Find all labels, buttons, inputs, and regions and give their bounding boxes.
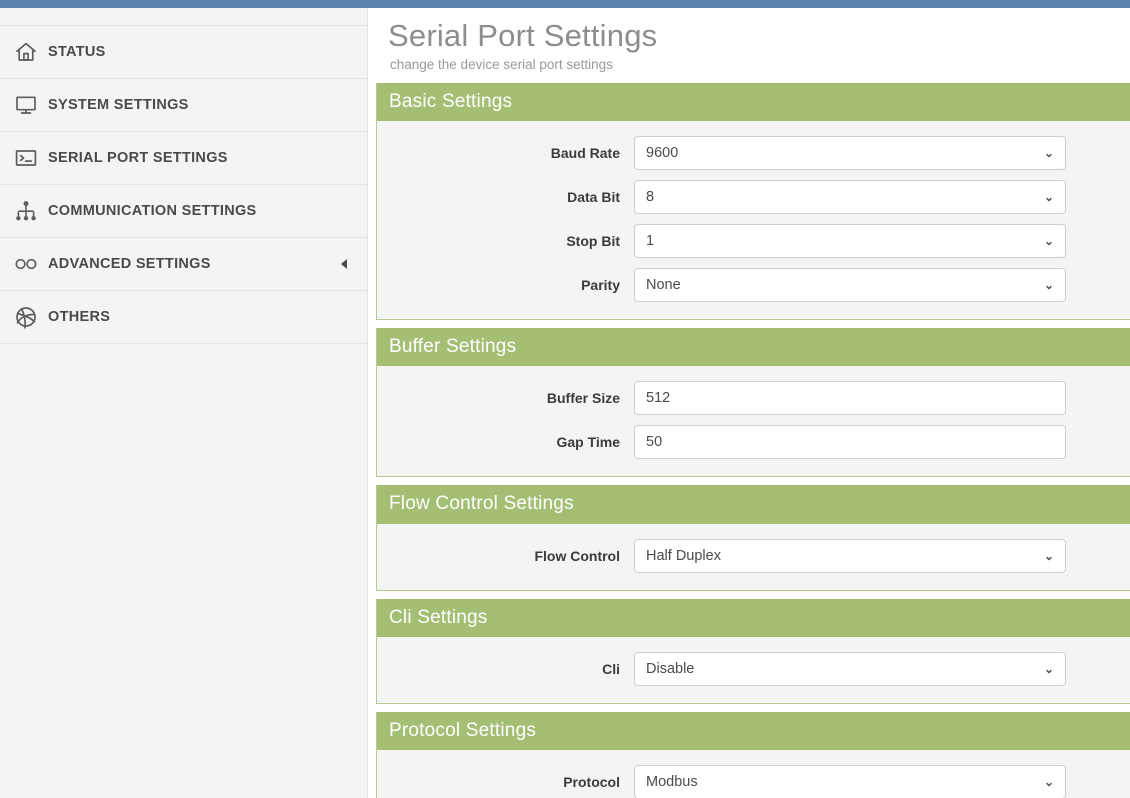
panel-body: Buffer Size 512 Gap Time 50 [377,366,1130,477]
select-flow-control[interactable]: Half Duplex ⌄ [634,538,1066,573]
panel-title: Protocol Settings [377,712,1130,751]
field-label-cli: Cli [602,661,620,678]
sidebar-item-status[interactable]: STATUS [0,26,367,79]
form-row: Protocol Modbus ⌄ [377,760,1130,798]
monitor-icon [14,92,48,118]
sidebar-item-communication-settings[interactable]: COMMUNICATION SETTINGS [0,185,367,238]
panel-title: Cli Settings [377,598,1130,638]
field-label-buffer-size: Buffer Size [546,390,620,407]
panel-cli-settings: Cli Settings Cli Disable ⌄ [376,598,1130,705]
chevron-down-icon[interactable]: ⌄ [1044,191,1054,203]
sidebar-item-serial-port-settings[interactable]: SERIAL PORT SETTINGS [0,132,367,185]
select-parity[interactable]: None ⌄ [634,268,1066,303]
sidebar-empty-area [0,344,367,798]
sidebar-item-advanced-settings[interactable]: ADVANCED SETTINGS [0,238,367,291]
field-wrapper: 512 [634,381,1130,416]
field-value: 50 [646,434,663,451]
field-label-stop-bit: Stop Bit [566,233,620,250]
field-label-parity: Parity [581,277,620,294]
form-row: Stop Bit 1 ⌄ [377,219,1130,263]
select-data-bit[interactable]: 8 ⌄ [634,180,1066,215]
chevron-down-icon[interactable]: ⌄ [1044,147,1054,159]
terminal-icon [14,145,48,171]
panel-body: Baud Rate 9600 ⌄ Data Bit 8 ⌄ Stop Bit 1 ⌄ Parity… [377,121,1130,320]
sidebar-navigation: STATUS SYSTEM SETTINGS SERIAL PORT SETTING… [0,8,368,798]
page-header: Serial Port Settings change the device s… [369,8,1130,83]
field-value: Modbus [646,774,698,791]
sidebar-item-list: STATUS SYSTEM SETTINGS SERIAL PORT SETTING… [0,26,367,344]
field-label-protocol: Protocol [563,774,620,791]
field-wrapper: Disable ⌄ [634,652,1130,687]
chevron-down-icon[interactable]: ⌄ [1044,279,1054,291]
select-cli[interactable]: Disable ⌄ [634,652,1066,687]
form-row: Parity None ⌄ [377,263,1130,307]
sidebar-item-label: COMMUNICATION SETTINGS [48,203,257,219]
sidebar-item-label: SERIAL PORT SETTINGS [48,150,228,166]
field-wrapper: 1 ⌄ [634,224,1130,259]
panel-body: Flow Control Half Duplex ⌄ [377,523,1130,590]
top-accent-bar [0,0,1130,8]
field-value: None [646,277,681,294]
field-label-data-bit: Data Bit [567,189,620,206]
select-protocol[interactable]: Modbus ⌄ [634,765,1066,798]
infinity-icon [14,251,48,277]
field-wrapper: Modbus ⌄ [634,765,1130,798]
panel-body: Cli Disable ⌄ [377,637,1130,704]
field-wrapper: None ⌄ [634,268,1130,303]
field-value: 9600 [646,145,679,162]
input-gap-time[interactable]: 50 [634,425,1066,460]
main-content: Serial Port Settings change the device s… [369,8,1130,798]
form-row: Baud Rate 9600 ⌄ [377,131,1130,175]
form-row: Cli Disable ⌄ [377,647,1130,691]
sidebar-top-spacer [0,8,367,26]
field-wrapper: Half Duplex ⌄ [634,538,1130,573]
panel-body: Protocol Modbus ⌄ [377,750,1130,798]
panel-basic-settings: Basic Settings Baud Rate 9600 ⌄ Data Bit 8 ⌄ St… [376,82,1130,321]
panel-title: Buffer Settings [377,328,1130,367]
field-value: 8 [646,189,655,206]
field-label-flow-control: Flow Control [534,547,620,564]
form-row: Data Bit 8 ⌄ [377,175,1130,219]
sitemap-icon [14,198,48,224]
field-label-baud-rate: Baud Rate [550,145,620,162]
panel-protocol-settings: Protocol Settings Protocol Modbus ⌄ [376,712,1130,798]
input-buffer-size[interactable]: 512 [634,381,1066,416]
field-wrapper: 9600 ⌄ [634,136,1130,171]
chevron-down-icon[interactable]: ⌄ [1044,550,1054,562]
form-row: Flow Control Half Duplex ⌄ [377,534,1130,578]
panel-flow-control-settings: Flow Control Settings Flow Control Half Du… [376,485,1130,591]
sidebar-item-label: OTHERS [48,309,111,325]
chevron-down-icon[interactable]: ⌄ [1044,663,1054,675]
form-row: Gap Time 50 [377,420,1130,464]
field-value: Half Duplex [646,547,721,564]
panel-title: Basic Settings [377,82,1130,122]
chevron-left-icon[interactable] [341,259,347,269]
select-baud-rate[interactable]: 9600 ⌄ [634,136,1066,171]
panel-title: Flow Control Settings [377,485,1130,524]
sidebar-item-others[interactable]: OTHERS [0,291,367,344]
sidebar-item-label: STATUS [48,44,106,60]
app-root: STATUS SYSTEM SETTINGS SERIAL PORT SETTING… [0,0,1130,798]
page-title: Serial Port Settings [388,18,658,53]
field-value: 512 [646,390,671,407]
field-label-gap-time: Gap Time [556,434,620,451]
form-row: Buffer Size 512 [377,376,1130,420]
field-value: 1 [646,233,655,250]
chevron-down-icon[interactable]: ⌄ [1044,235,1054,247]
chevron-down-icon[interactable]: ⌄ [1044,776,1054,788]
page-subtitle: change the device serial port settings [390,56,613,72]
panel-buffer-settings: Buffer Settings Buffer Size 512 Gap Time 50 [376,328,1130,478]
select-stop-bit[interactable]: 1 ⌄ [634,224,1066,259]
settings-panel-list: Basic Settings Baud Rate 9600 ⌄ Data Bit 8 ⌄ St… [369,82,1130,798]
home-icon [14,39,48,65]
field-value: Disable [646,661,695,678]
sidebar-item-system-settings[interactable]: SYSTEM SETTINGS [0,79,367,132]
sidebar-item-label: SYSTEM SETTINGS [48,97,189,113]
globe-icon [14,304,48,330]
field-wrapper: 50 [634,425,1130,460]
sidebar-item-label: ADVANCED SETTINGS [48,256,211,272]
field-wrapper: 8 ⌄ [634,180,1130,215]
